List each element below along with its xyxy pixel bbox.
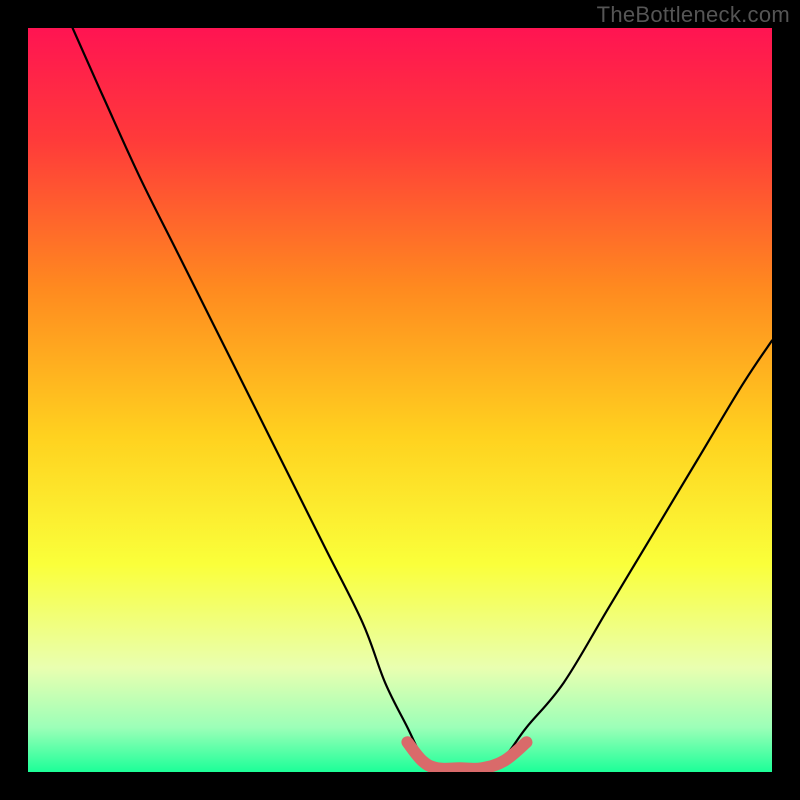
chart-frame: TheBottleneck.com <box>0 0 800 800</box>
chart-background <box>28 28 772 772</box>
watermark-label: TheBottleneck.com <box>597 2 790 28</box>
bottleneck-chart <box>28 28 772 772</box>
